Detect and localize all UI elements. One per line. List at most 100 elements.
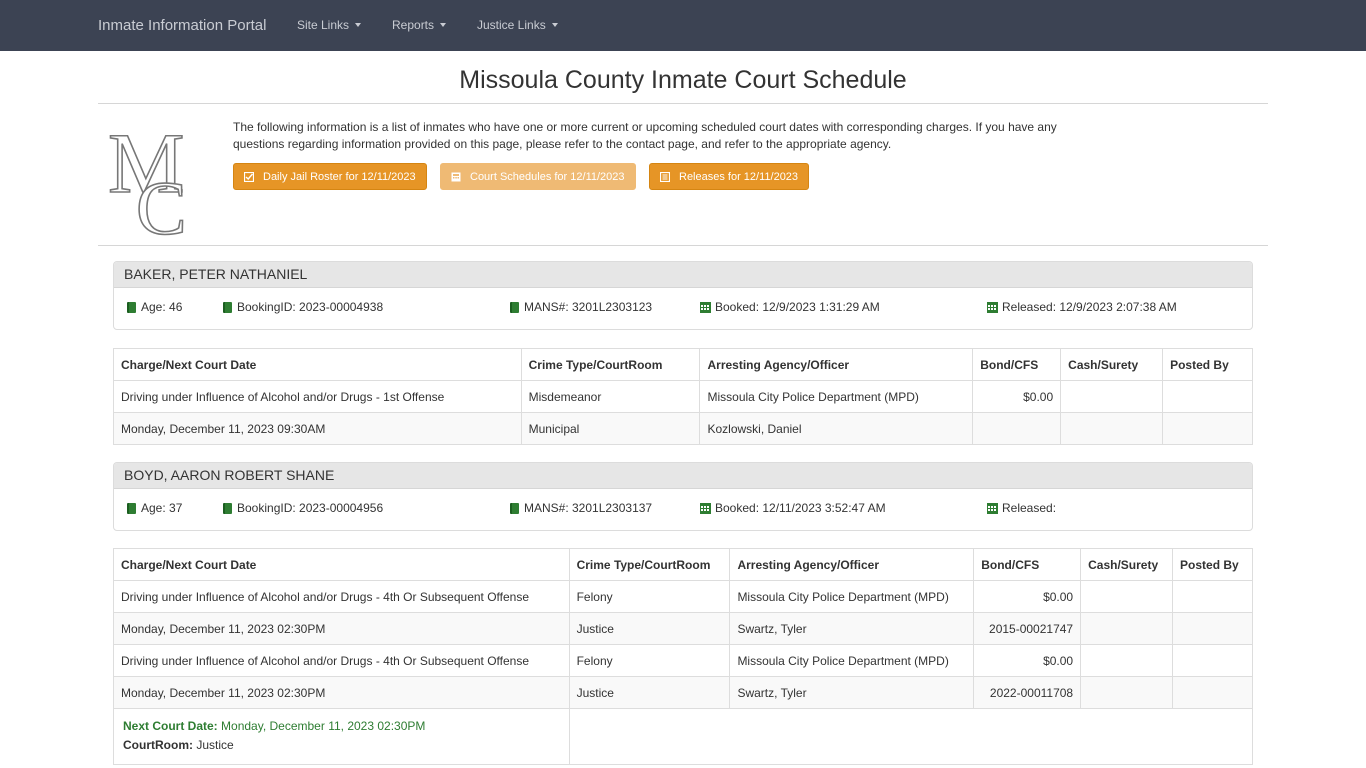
cfs-cell: 2022-00011708: [973, 676, 1082, 709]
bond-cell: $0.00: [973, 644, 1082, 677]
book-icon: [510, 502, 519, 514]
crime-type-cell: Misdemeanor: [520, 380, 701, 413]
releases-label: Releases for 12/11/2023: [679, 170, 799, 183]
cfs-cell: 2015-00021747: [973, 612, 1082, 645]
officer-cell: Swartz, Tyler: [729, 612, 975, 645]
divider: [98, 245, 1268, 246]
agency-cell: Missoula City Police Department (MPD): [729, 644, 975, 677]
charges-table: Charge/Next Court Date Crime Type/CourtR…: [113, 348, 1253, 445]
officer-cell: Kozlowski, Daniel: [699, 412, 974, 445]
next-court-spacer: [568, 708, 1254, 765]
inmate-released: Released: 12/9/2023 2:07:38 AM: [987, 300, 1177, 314]
inmate-mans: MANS#: 3201L2303137: [510, 501, 652, 515]
column-header: Posted By: [1172, 548, 1253, 581]
mans-text: MANS#: 3201L2303137: [524, 501, 653, 515]
reports-menu[interactable]: Reports: [392, 18, 447, 32]
column-header: Crime Type/CourtRoom: [568, 548, 731, 581]
next-court-row: Next Court Date: Monday, December 11, 20…: [113, 708, 1254, 765]
posted-by-cell: [1172, 676, 1253, 709]
inmate-info: Age: 46 BookingID: 2023-00004938 MANS#: …: [114, 288, 1252, 328]
booking-id-text: BookingID: 2023-00004956: [237, 501, 384, 515]
next-court-cell: Next Court Date: Monday, December 11, 20…: [113, 708, 570, 765]
charge-cell: Driving under Influence of Alcohol and/o…: [113, 380, 522, 413]
justice-links-label: Justice Links: [477, 18, 546, 32]
court-date-cell: Monday, December 11, 2023 02:30PM: [113, 612, 570, 645]
calculator-icon: [451, 172, 461, 182]
inmate-released: Released:: [987, 501, 1056, 515]
calendar-icon: [700, 301, 711, 313]
inmate-age: Age: 46: [127, 300, 182, 314]
posted-by-cell: [1172, 644, 1253, 677]
book-icon: [510, 301, 519, 313]
navbar: Inmate Information Portal Site Links Rep…: [0, 0, 1366, 51]
table-row: Monday, December 11, 2023 09:30AM Munici…: [113, 412, 1253, 445]
table-header-row: Charge/Next Court Date Crime Type/CourtR…: [113, 548, 1253, 581]
charge-cell: Driving under Influence of Alcohol and/o…: [113, 580, 570, 613]
age-text: Age: 37: [141, 501, 183, 515]
calendar-icon: [700, 502, 711, 514]
inmate-mans: MANS#: 3201L2303123: [510, 300, 652, 314]
inmate-info: Age: 37 BookingID: 2023-00004956 MANS#: …: [114, 489, 1252, 529]
column-header: Charge/Next Court Date: [113, 348, 522, 381]
inmate-booked: Booked: 12/9/2023 1:31:29 AM: [700, 300, 880, 314]
brand-link[interactable]: Inmate Information Portal: [98, 17, 266, 34]
table-row: Driving under Influence of Alcohol and/o…: [113, 580, 1253, 613]
bond-cell: $0.00: [973, 580, 1082, 613]
releases-button[interactable]: Releases for 12/11/2023: [649, 163, 809, 190]
bond-cell: $0.00: [972, 380, 1062, 413]
page-title: Missoula County Inmate Court Schedule: [459, 66, 907, 94]
column-header: Cash/Surety: [1080, 548, 1174, 581]
daily-roster-label: Daily Jail Roster for 12/11/2023: [263, 170, 416, 183]
site-links-menu[interactable]: Site Links: [297, 18, 362, 32]
inmate-panel: BOYD, AARON ROBERT SHANE Age: 37 Booking…: [113, 462, 1253, 531]
courtroom-cell: Justice: [568, 676, 731, 709]
table-row: Monday, December 11, 2023 02:30PM Justic…: [113, 612, 1253, 645]
posted-by-cell: [1172, 612, 1253, 645]
courtroom-value: Justice: [196, 738, 234, 752]
table-header-row: Charge/Next Court Date Crime Type/CourtR…: [113, 348, 1253, 381]
column-header: Crime Type/CourtRoom: [520, 348, 701, 381]
court-date-cell: Monday, December 11, 2023 02:30PM: [113, 676, 570, 709]
daily-roster-button[interactable]: Daily Jail Roster for 12/11/2023: [233, 163, 427, 190]
agency-cell: Missoula City Police Department (MPD): [699, 380, 974, 413]
inmate-name: BAKER, PETER NATHANIEL: [114, 262, 1252, 288]
column-header: Charge/Next Court Date: [113, 548, 570, 581]
inmate-age: Age: 37: [127, 501, 182, 515]
agency-cell: Missoula City Police Department (MPD): [729, 580, 975, 613]
caret-down-icon: [440, 23, 447, 27]
column-header: Arresting Agency/Officer: [729, 548, 975, 581]
posted-by-cell: [1162, 380, 1253, 413]
age-text: Age: 46: [141, 300, 183, 314]
inmate-booked: Booked: 12/11/2023 3:52:47 AM: [700, 501, 886, 515]
county-logo: M C: [107, 122, 187, 240]
crime-type-cell: Felony: [568, 644, 731, 677]
table-row: Driving under Influence of Alcohol and/o…: [113, 380, 1253, 413]
court-date-cell: Monday, December 11, 2023 09:30AM: [113, 412, 522, 445]
logo-letter-c: C: [136, 167, 187, 240]
table-row: Monday, December 11, 2023 02:30PM Justic…: [113, 676, 1253, 709]
caret-down-icon: [551, 23, 558, 27]
site-links-label: Site Links: [297, 18, 350, 32]
charge-cell: Driving under Influence of Alcohol and/o…: [113, 644, 570, 677]
cash-cell: [1060, 380, 1164, 413]
column-header: Bond/CFS: [973, 548, 1082, 581]
court-schedules-button[interactable]: Court Schedules for 12/11/2023: [440, 163, 636, 190]
cash-cell: [1080, 644, 1174, 677]
courtroom-cell: Municipal: [520, 412, 701, 445]
next-court-value: Monday, December 11, 2023 02:30PM: [221, 719, 426, 733]
inmate-name: BOYD, AARON ROBERT SHANE: [114, 463, 1252, 489]
intro-text: The following information is a list of i…: [233, 120, 1057, 151]
list-icon: [659, 171, 671, 182]
court-schedules-label: Court Schedules for 12/11/2023: [470, 170, 625, 183]
column-header: Bond/CFS: [972, 348, 1062, 381]
mans-text: MANS#: 3201L2303123: [524, 300, 653, 314]
surety-cell: [1080, 612, 1174, 645]
courtroom-cell: Justice: [568, 612, 731, 645]
justice-links-menu[interactable]: Justice Links: [477, 18, 558, 32]
surety-cell: [1060, 412, 1164, 445]
officer-cell: Swartz, Tyler: [729, 676, 975, 709]
courtroom-label: CourtRoom:: [123, 738, 193, 752]
cfs-cell: [972, 412, 1062, 445]
posted-by-cell: [1172, 580, 1253, 613]
inmate-booking-id: BookingID: 2023-00004938: [223, 300, 383, 314]
